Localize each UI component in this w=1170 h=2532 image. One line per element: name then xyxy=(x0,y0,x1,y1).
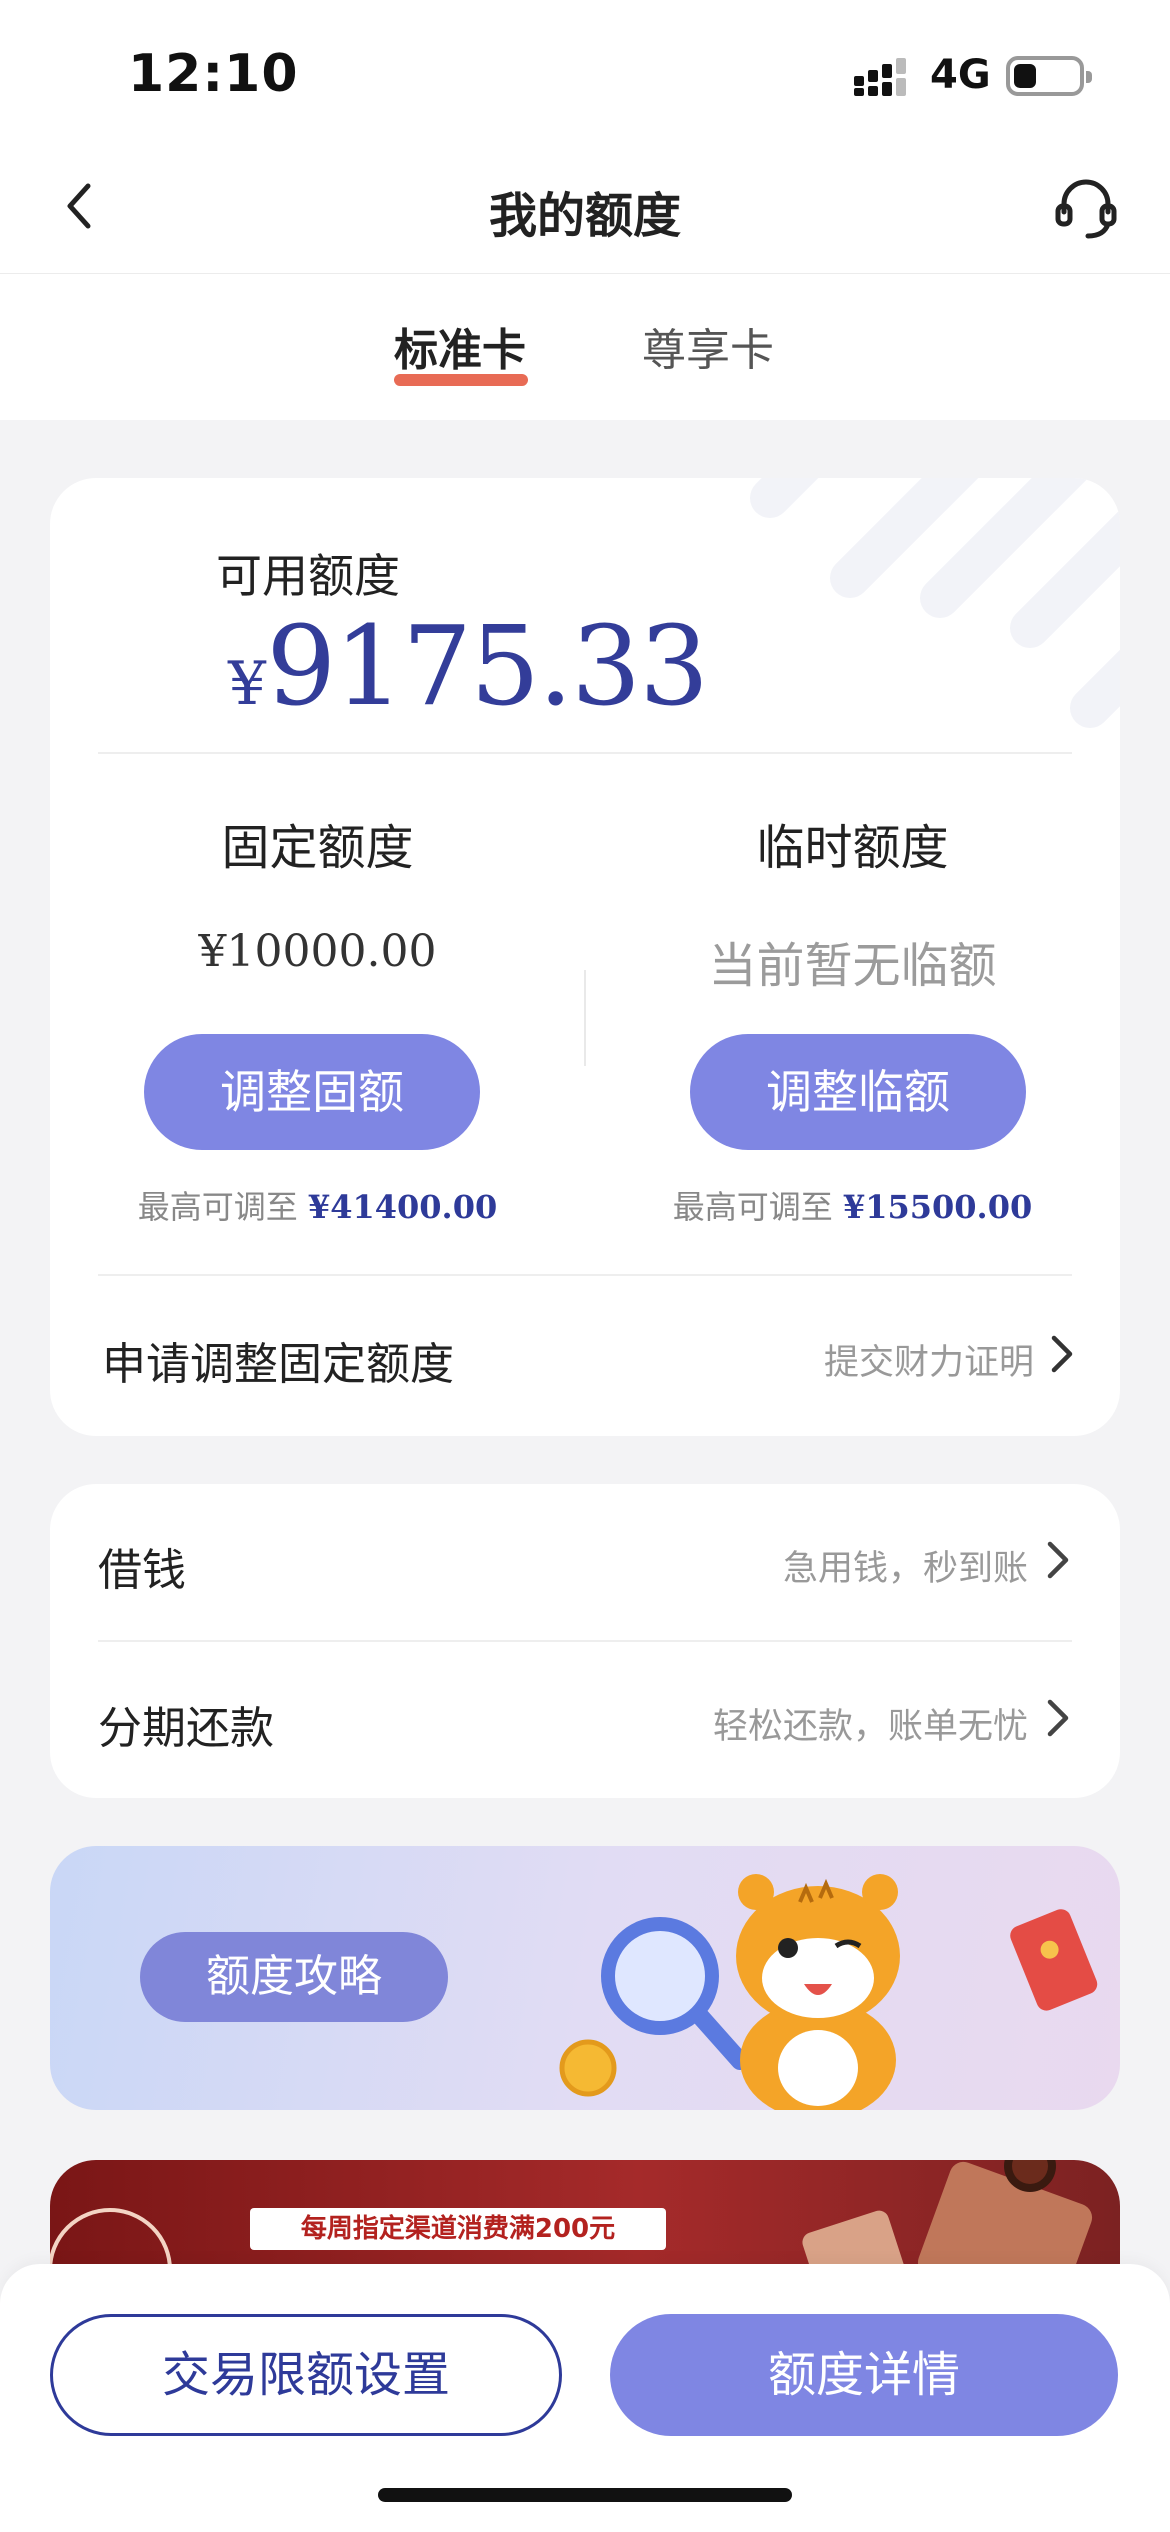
temp-limit-title: 临时额度 xyxy=(756,820,949,876)
fixed-limit-value: ¥10000.00 xyxy=(198,926,437,977)
chevron-right-icon xyxy=(1051,1335,1073,1373)
limit-strategy-banner[interactable]: 额度攻略 xyxy=(50,1846,1120,2110)
temp-max-hint: 最高可调至 ¥15500.00 xyxy=(585,1182,1120,1228)
borrow-sub: 急用钱，秒到账 xyxy=(782,1549,1028,1589)
fixed-limit-title: 固定额度 xyxy=(221,820,414,876)
available-amount-value: 9175.33 xyxy=(266,602,709,730)
fixed-max-hint: 最高可调至 ¥41400.00 xyxy=(50,1182,585,1228)
available-limit-label: 可用额度 xyxy=(216,549,400,603)
limit-details-button[interactable]: 额度详情 xyxy=(610,2314,1118,2436)
fixed-max-value: ¥41400.00 xyxy=(307,1188,498,1226)
services-card: 借钱 急用钱，秒到账 分期还款 轻松还款，账单无忧 xyxy=(50,1484,1120,1798)
status-bar: 12:10 4G xyxy=(0,0,1170,140)
home-indicator xyxy=(378,2488,792,2502)
apply-adjust-fixed-row[interactable]: 申请调整固定额度 提交财力证明 xyxy=(50,1278,1120,1436)
chevron-right-icon xyxy=(1047,1699,1069,1737)
tiger-mascot-illustration xyxy=(559,1874,1098,2110)
tab-premium-card[interactable]: 尊享卡 xyxy=(642,314,774,378)
list-item-borrow[interactable]: 借钱 急用钱，秒到账 xyxy=(50,1484,1120,1640)
promo-text: 每周指定渠道消费满200元 xyxy=(250,2208,666,2250)
fixed-max-hint-prefix: 最高可调至 xyxy=(137,1188,298,1226)
list-item-installment[interactable]: 分期还款 轻松还款，账单无忧 xyxy=(50,1642,1120,1798)
status-time: 12:10 xyxy=(128,44,299,104)
card-decoration xyxy=(750,478,1120,728)
temp-max-hint-prefix: 最高可调至 xyxy=(672,1188,833,1226)
divider xyxy=(98,1274,1072,1276)
customer-service-icon[interactable] xyxy=(1052,174,1120,242)
credit-limit-card: 可用额度 ¥9175.33 固定额度 临时额度 ¥10000.00 当前暂无临额… xyxy=(50,478,1120,1436)
page-title: 我的额度 xyxy=(488,188,681,244)
installment-sub: 轻松还款，账单无忧 xyxy=(712,1707,1028,1747)
currency-symbol: ¥ xyxy=(228,649,267,719)
limit-strategy-pill: 额度攻略 xyxy=(140,1932,448,2022)
nav-bar: 我的额度 xyxy=(0,140,1170,274)
temp-max-value: ¥15500.00 xyxy=(842,1188,1033,1226)
borrow-label: 借钱 xyxy=(98,1545,186,1596)
apply-adjust-label: 申请调整固定额度 xyxy=(102,1339,454,1390)
transaction-limit-settings-button[interactable]: 交易限额设置 xyxy=(50,2314,562,2436)
tab-standard-card[interactable]: 标准卡 xyxy=(394,314,526,378)
chevron-right-icon xyxy=(1047,1541,1069,1579)
network-type: 4G xyxy=(930,52,991,98)
card-type-tabs: 标准卡 尊享卡 xyxy=(0,274,1170,420)
adjust-fixed-limit-button[interactable]: 调整固额 xyxy=(144,1034,480,1150)
battery-icon xyxy=(1006,56,1092,96)
promo-banner[interactable]: 每周指定渠道消费满200元 xyxy=(50,2160,1120,2280)
active-tab-indicator xyxy=(394,374,528,386)
installment-label: 分期还款 xyxy=(98,1703,274,1754)
divider xyxy=(98,752,1072,754)
available-limit-amount: ¥9175.33 xyxy=(228,602,709,730)
apply-adjust-sub: 提交财力证明 xyxy=(823,1343,1034,1383)
temp-limit-value: 当前暂无临额 xyxy=(708,938,997,994)
signal-strength-icon xyxy=(854,58,906,96)
column-divider xyxy=(584,970,586,1066)
adjust-temp-limit-button[interactable]: 调整临额 xyxy=(690,1034,1026,1150)
